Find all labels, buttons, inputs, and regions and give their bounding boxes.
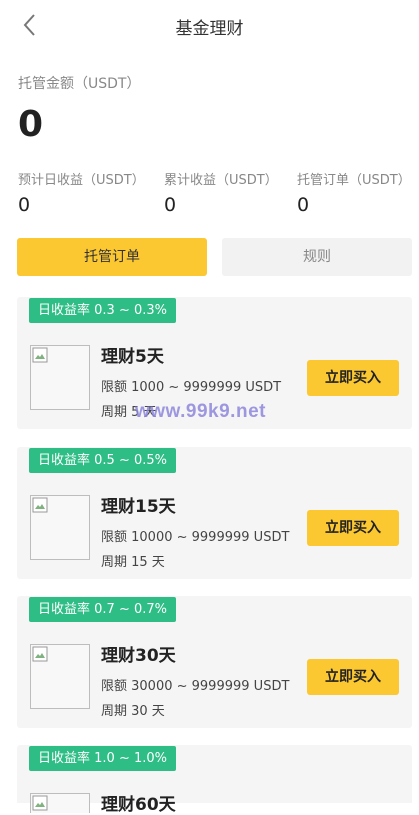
custody-amount-value: 0 <box>18 104 44 145</box>
product-name: 理财30天 <box>101 646 176 666</box>
product-period: 周期 15 天 <box>101 555 165 570</box>
page-title: 基金理财 <box>175 19 244 39</box>
watermark: www.99k9.net <box>135 401 266 422</box>
product-limit: 限额 1000 ~ 9999999 USDT <box>101 380 282 395</box>
buy-now-button[interactable]: 立即买入 <box>307 659 399 695</box>
broken-image-icon <box>32 347 48 363</box>
product-period: 周期 30 天 <box>101 704 165 719</box>
product-card: 日收益率 0.5 ~ 0.5% 理财15天 限额 10000 ~ 9999999… <box>17 447 412 579</box>
broken-image-icon <box>32 795 48 811</box>
stat-value: 0 <box>297 194 310 216</box>
daily-rate-badge: 日收益率 0.3 ~ 0.3% <box>29 298 176 323</box>
stat-label: 预计日收益（USDT） <box>18 173 145 188</box>
daily-rate-badge: 日收益率 0.7 ~ 0.7% <box>29 597 176 622</box>
product-name: 理财15天 <box>101 497 176 517</box>
stat-label: 托管订单（USDT） <box>297 173 411 188</box>
stat-label: 累计收益（USDT） <box>164 173 278 188</box>
app-header: 基金理财 <box>0 0 419 52</box>
broken-image-icon <box>32 646 48 662</box>
daily-rate-badge: 日收益率 1.0 ~ 1.0% <box>29 746 176 771</box>
stat-daily-income: 预计日收益（USDT） 0 <box>18 169 145 216</box>
tab-custody-orders[interactable]: 托管订单 <box>17 238 207 276</box>
stat-custody-orders: 托管订单（USDT） 0 <box>297 169 411 216</box>
stat-value: 0 <box>164 194 177 216</box>
stat-total-income: 累计收益（USDT） 0 <box>164 169 278 216</box>
product-image <box>30 345 90 410</box>
product-image <box>30 495 90 560</box>
daily-rate-badge: 日收益率 0.5 ~ 0.5% <box>29 448 176 473</box>
product-limit: 限额 30000 ~ 9999999 USDT <box>101 679 290 694</box>
product-card: 日收益率 0.7 ~ 0.7% 理财30天 限额 30000 ~ 9999999… <box>17 596 412 728</box>
stat-value: 0 <box>18 194 31 216</box>
product-image <box>30 793 90 813</box>
tab-rules[interactable]: 规则 <box>222 238 412 276</box>
broken-image-icon <box>32 497 48 513</box>
product-card: 日收益率 1.0 ~ 1.0% 理财60天 <box>17 745 412 815</box>
buy-now-button[interactable]: 立即买入 <box>307 360 399 396</box>
product-image <box>30 644 90 709</box>
product-limit: 限额 10000 ~ 9999999 USDT <box>101 530 290 545</box>
product-name: 理财5天 <box>101 347 164 367</box>
custody-amount-label: 托管金额（USDT） <box>18 76 141 92</box>
buy-now-button[interactable]: 立即买入 <box>307 510 399 546</box>
